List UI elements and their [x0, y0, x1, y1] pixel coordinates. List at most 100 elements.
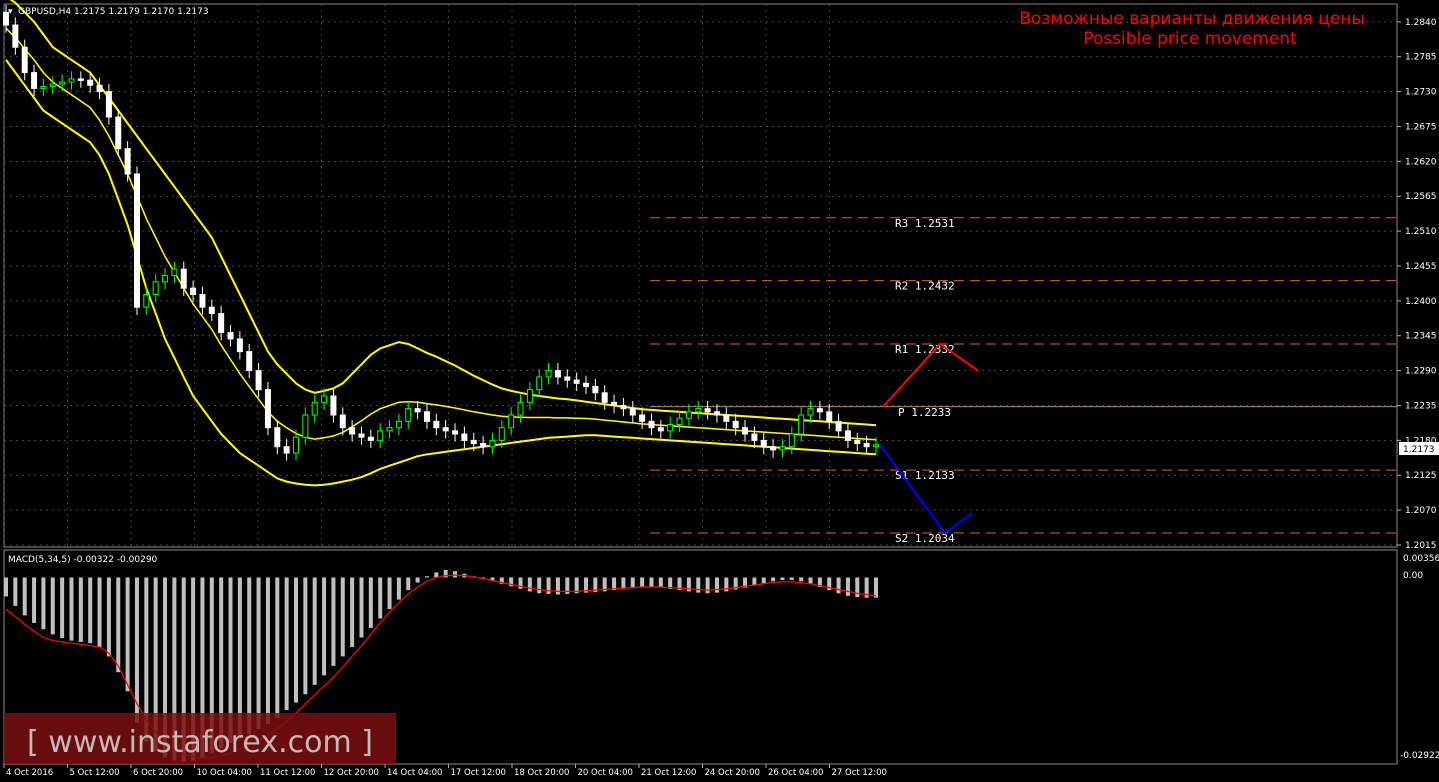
candle-body [676, 417, 683, 426]
macd-label: MACD(5,34,5) -0.00322 -0.00290 [8, 555, 158, 565]
macd-bottom-tick: -0.02922 [1400, 751, 1439, 761]
candle-body [517, 401, 524, 416]
price-tick-label: 1.2620 [1405, 157, 1437, 167]
candle-body [31, 72, 38, 89]
candle-body [554, 370, 561, 378]
candle-body [171, 268, 178, 276]
candle-body [770, 446, 777, 451]
candle-body [12, 24, 19, 48]
macd-bar [69, 577, 74, 641]
macd-bar [331, 577, 336, 666]
candle-body [648, 420, 655, 429]
time-axis: 4 Oct 2016 5 Oct 12:00 6 Oct 20:00 10 Oct 0… [3, 764, 887, 778]
candle-body [49, 83, 56, 88]
candle-body [489, 439, 496, 448]
candle-body [274, 427, 281, 448]
macd-bar [368, 577, 373, 628]
time-tick-label: 18 Oct 20:00 [514, 768, 569, 778]
candle-body [798, 414, 805, 435]
candle-body [592, 385, 599, 394]
candle-body [536, 376, 543, 391]
candle-body [526, 389, 533, 403]
candle-body [854, 439, 861, 445]
macd-bar [303, 577, 308, 695]
candle-body [545, 370, 552, 378]
macd-bar [322, 577, 327, 676]
candle-body [227, 332, 234, 340]
candle-body [611, 401, 618, 406]
macd-bar [106, 577, 111, 657]
candle-body [601, 392, 608, 403]
macd-bar [855, 577, 860, 598]
candle-body [433, 420, 440, 429]
macd-bar [13, 577, 18, 606]
candle-body [835, 420, 842, 432]
macd-bar [761, 577, 766, 584]
candle-body [143, 294, 150, 308]
level-label-p: P 1.2233 [898, 406, 951, 419]
macd-bar [22, 577, 27, 616]
macd-bar [275, 577, 280, 718]
price-tick-label: 1.2455 [1405, 262, 1437, 272]
macd-bar [649, 577, 654, 587]
candle-body [162, 275, 169, 283]
candle-body [395, 420, 402, 429]
candle-body [620, 404, 627, 410]
watermark-text: [ www.instaforex.com ] [27, 725, 373, 760]
macd-bar [453, 571, 458, 578]
scenario-title-en: Possible price movement [1083, 29, 1297, 49]
candle-body [236, 338, 243, 353]
macd-bar [752, 577, 757, 586]
macd-bar [116, 577, 121, 673]
candle-body [452, 430, 459, 435]
candle-body [96, 84, 103, 93]
macd-bar [97, 577, 102, 647]
time-tick-label: 4 Oct 2016 [6, 768, 53, 778]
macd-bar [359, 577, 364, 638]
time-tick-label: 26 Oct 04:00 [768, 768, 823, 778]
macd-bar [630, 577, 635, 589]
candle-body [788, 433, 795, 448]
macd-bar [808, 577, 813, 584]
candle-body [723, 414, 730, 422]
candle-body [349, 427, 356, 435]
candle-body [302, 414, 309, 438]
candle-body [105, 91, 112, 118]
macd-bar [640, 577, 645, 588]
price-tick-label: 1.2400 [1405, 297, 1437, 307]
macd-bar [294, 577, 298, 703]
candle-body [667, 424, 674, 432]
price-tick-label: 1.2840 [1405, 18, 1437, 28]
symbol-info: GBPUSD,H4 1.2175 1.2179 1.2170 1.2173 [18, 7, 209, 17]
macd-bar [705, 577, 710, 594]
candle-body [863, 443, 870, 448]
candle-body [480, 443, 487, 448]
time-tick-label: 6 Oct 20:00 [133, 768, 183, 778]
candle-body [685, 411, 692, 419]
candle-body [442, 427, 449, 432]
level-label-r2: R2 1.2432 [895, 280, 955, 293]
candle-body [423, 411, 430, 422]
candle-body [816, 408, 823, 413]
candle-body [844, 430, 851, 441]
candle-body [68, 78, 75, 83]
macd-bar [696, 577, 701, 593]
time-tick-label: 24 Oct 20:00 [705, 768, 760, 778]
macd-bar [256, 577, 261, 730]
macd-bar [60, 577, 65, 639]
time-tick-label: 21 Oct 12:00 [641, 768, 696, 778]
candle-body [508, 414, 515, 429]
time-tick-label: 11 Oct 12:00 [260, 768, 315, 778]
candle-body [321, 395, 328, 403]
candle-body [190, 287, 197, 296]
candle-body [264, 389, 271, 429]
macd-bar [771, 577, 776, 582]
candle-body [124, 148, 131, 175]
macd-bar [845, 577, 850, 596]
candle-body [377, 430, 384, 441]
price-tick-label: 1.2070 [1405, 506, 1437, 516]
current-price: 1.2173 [1403, 445, 1435, 455]
candle-body [330, 395, 337, 416]
macd-bar [340, 577, 345, 657]
macd-bar [406, 577, 411, 591]
